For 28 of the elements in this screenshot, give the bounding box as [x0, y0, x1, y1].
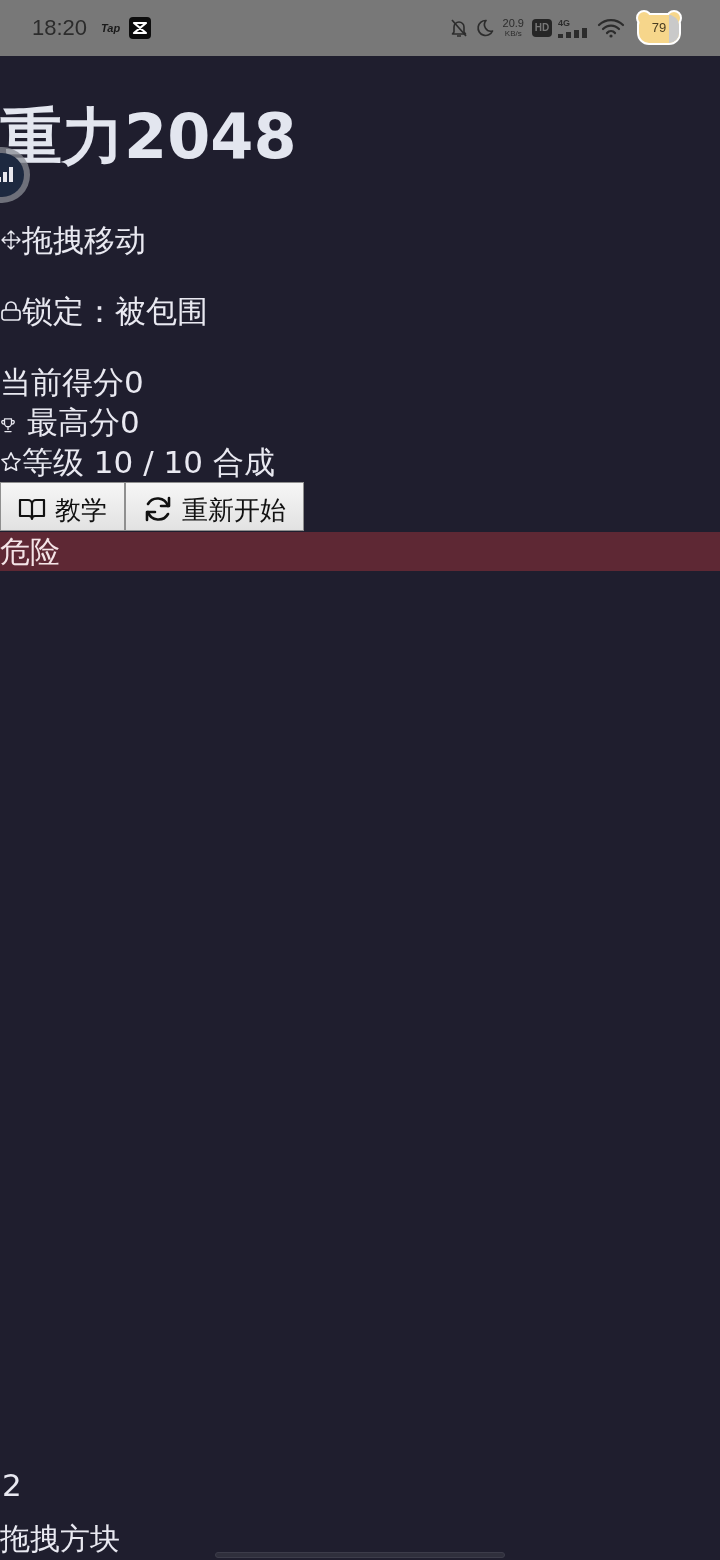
- stat-text: 当前得分0: [0, 363, 144, 402]
- refresh-icon: [143, 495, 173, 523]
- network-speed-unit: KB/s: [504, 29, 522, 38]
- battery-indicator: 79: [636, 10, 682, 46]
- status-text: 锁定：被包围: [22, 292, 208, 331]
- stat-text: 最高分0: [27, 403, 140, 442]
- bell-off-icon: [449, 18, 468, 38]
- padlock-icon: [0, 300, 22, 322]
- wifi-icon: [597, 18, 625, 38]
- clock-time: 18:20: [32, 15, 88, 41]
- trophy-icon: [1, 417, 15, 433]
- drag-hint-text: 拖拽方块: [0, 1520, 120, 1558]
- hourglass-app-icon: [129, 17, 152, 39]
- stat-text: 等级 10 / 10 合成: [22, 443, 275, 482]
- star-icon: [0, 451, 22, 473]
- signal-bars-icon: [558, 28, 590, 38]
- open-book-icon: [18, 497, 46, 521]
- network-speed-value: 20.9: [502, 18, 524, 29]
- tile-value: 2: [1, 1466, 22, 1505]
- danger-banner: 危险: [0, 532, 720, 571]
- tutorial-button[interactable]: 教学: [0, 482, 125, 531]
- network-type-label: 4G: [558, 18, 570, 28]
- hd-badge: HD: [532, 19, 552, 37]
- four-way-arrow-icon: [0, 229, 22, 251]
- restart-button[interactable]: 重新开始: [125, 482, 304, 531]
- app-notification-label: Tap: [101, 21, 121, 35]
- status-text: 拖拽移动: [22, 221, 146, 260]
- moon-icon: [475, 19, 494, 37]
